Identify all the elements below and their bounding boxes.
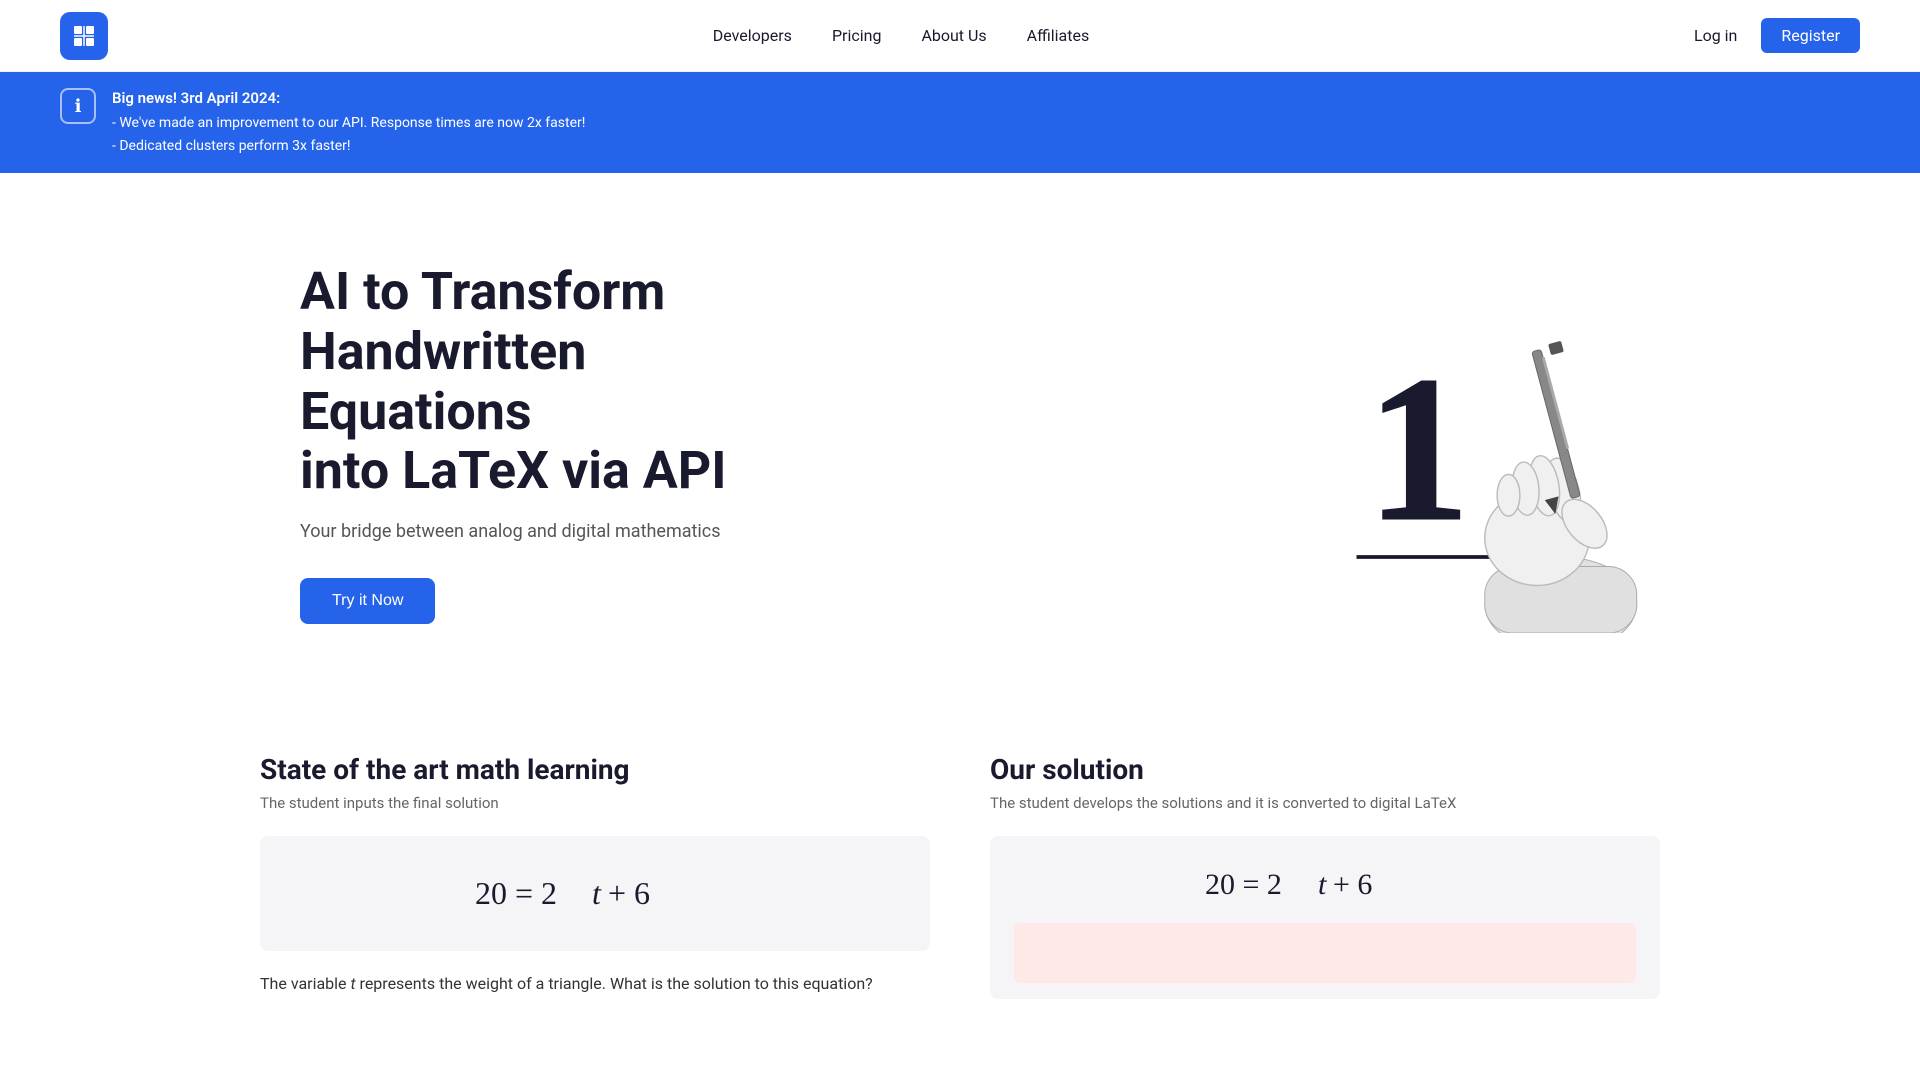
try-now-button[interactable]: Try it Now (300, 578, 435, 624)
svg-text:20 = 2: 20 = 2 (475, 875, 557, 911)
svg-text:+ 6: + 6 (1333, 868, 1372, 901)
svg-text:t: t (1318, 868, 1327, 901)
feature-left-title: State of the art math learning (260, 753, 930, 786)
hero-subtext: Your bridge between analog and digital m… (300, 521, 780, 542)
nav-about[interactable]: About Us (921, 26, 986, 45)
nav-developers[interactable]: Developers (713, 26, 792, 45)
nav-pricing[interactable]: Pricing (832, 26, 882, 45)
logo[interactable] (60, 12, 108, 60)
info-icon: ℹ (60, 88, 96, 124)
login-link[interactable]: Log in (1694, 26, 1737, 45)
feature-left: State of the art math learning The stude… (260, 753, 930, 1015)
banner-line2: - Dedicated clusters perform 3x faster! (112, 135, 585, 159)
banner-line1: - We've made an improvement to our API. … (112, 112, 585, 136)
feature-right: Our solution The student develops the so… (990, 753, 1660, 1015)
svg-text:1: 1 (1366, 334, 1471, 565)
feature-right-desc: The student develops the solutions and i… (990, 794, 1660, 812)
hero-illustration: 1 (1300, 253, 1660, 633)
svg-text:t: t (592, 875, 602, 911)
navbar: Developers Pricing About Us Affiliates L… (0, 0, 1920, 72)
solution-equation: 20 = 2 t + 6 (1014, 852, 1636, 913)
logo-icon (60, 12, 108, 60)
feature-left-body: The variable t represents the weight of … (260, 971, 930, 997)
nav-auth: Log in Register (1694, 18, 1860, 53)
announcement-banner: ℹ Big news! 3rd April 2024: - We've made… (0, 72, 1920, 173)
hero-heading: AI to Transform Handwritten Equations in… (300, 262, 780, 501)
solution-box: 20 = 2 t + 6 (990, 836, 1660, 999)
hero-text: AI to Transform Handwritten Equations in… (300, 262, 780, 624)
svg-text:20 = 2: 20 = 2 (1205, 868, 1282, 901)
feature-left-desc: The student inputs the final solution (260, 794, 930, 812)
feature-right-title: Our solution (990, 753, 1660, 786)
feature-left-equation: 20 = 2 t + 6 (260, 836, 930, 951)
banner-title: Big news! 3rd April 2024: (112, 86, 585, 112)
banner-content: Big news! 3rd April 2024: - We've made a… (112, 86, 585, 159)
nav-affiliates[interactable]: Affiliates (1027, 26, 1090, 45)
hero-section: AI to Transform Handwritten Equations in… (0, 173, 1920, 713)
features-section: State of the art math learning The stude… (0, 713, 1920, 1055)
register-button[interactable]: Register (1761, 18, 1860, 53)
nav-links: Developers Pricing About Us Affiliates (713, 26, 1089, 45)
svg-text:+ 6: + 6 (608, 875, 650, 911)
solution-answer-area (1014, 923, 1636, 983)
